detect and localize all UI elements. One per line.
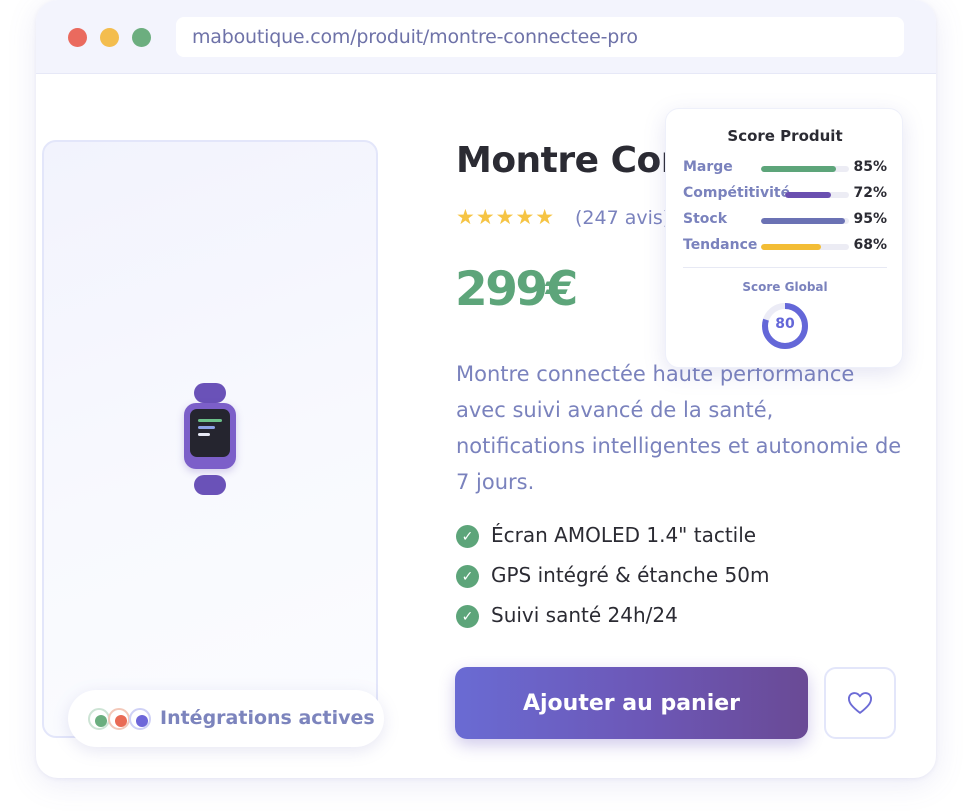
metric-fill <box>761 218 845 224</box>
metric-competitivite: Compétitivité 72% <box>683 184 893 204</box>
metric-fill <box>761 166 836 172</box>
metric-value: 68% <box>853 237 887 253</box>
integrations-badge[interactable]: Intégrations actives <box>68 690 384 747</box>
feature-text: Écran AMOLED 1.4" tactile <box>491 523 757 547</box>
metric-stock: Stock 95% <box>683 210 893 230</box>
watch-screen <box>190 409 230 457</box>
favorite-button[interactable] <box>824 667 896 739</box>
metric-value: 95% <box>853 211 887 227</box>
divider <box>683 267 887 268</box>
metric-label: Marge <box>683 159 733 175</box>
metric-marge: Marge 85% <box>683 158 893 178</box>
minimize-window-button[interactable] <box>100 28 119 47</box>
score-card-title: Score Produit <box>727 127 843 145</box>
metric-fill <box>785 192 832 198</box>
metric-label: Tendance <box>683 237 758 253</box>
metric-value: 72% <box>853 185 887 201</box>
watch-strap-bottom <box>194 475 226 495</box>
product-title: Montre Con <box>456 140 686 181</box>
metric-value: 85% <box>853 159 887 175</box>
metric-bar <box>785 192 849 198</box>
url-text: maboutique.com/produit/montre-connectee-… <box>192 26 638 48</box>
metric-fill <box>761 244 821 250</box>
heart-icon <box>847 692 873 714</box>
metric-bar <box>761 218 849 224</box>
feature-text: GPS intégré & étanche 50m <box>491 563 770 587</box>
metric-bar <box>761 244 849 250</box>
score-card: Score Produit Marge 85% Compétitivité 72… <box>665 108 903 368</box>
integration-orange-icon <box>108 708 130 730</box>
reviews-link[interactable]: (247 avis) <box>575 207 670 229</box>
integrations-label: Intégrations actives <box>160 707 375 729</box>
product-description: Montre connectée haute performance avec … <box>456 362 902 494</box>
watch-body <box>184 403 236 469</box>
rating-stars-icon: ★★★★★ <box>456 205 556 229</box>
global-score-value: 80 <box>775 316 795 332</box>
integration-green-icon <box>88 708 110 730</box>
check-icon: ✓ <box>456 525 479 548</box>
metric-label: Stock <box>683 211 728 227</box>
global-score-label: Score Global <box>742 280 828 294</box>
watch-strap-top <box>194 383 226 403</box>
check-icon: ✓ <box>456 565 479 588</box>
smartwatch-icon <box>183 383 237 495</box>
global-score-gauge: 80 <box>760 301 810 351</box>
feature-text: Suivi santé 24h/24 <box>491 603 678 627</box>
product-price: 299€ <box>455 262 578 317</box>
browser-toolbar: maboutique.com/produit/montre-connectee-… <box>36 0 936 74</box>
maximize-window-button[interactable] <box>132 28 151 47</box>
integration-purple-icon <box>129 708 151 730</box>
metric-bar <box>761 166 849 172</box>
close-window-button[interactable] <box>68 28 87 47</box>
check-icon: ✓ <box>456 605 479 628</box>
metric-label: Compétitivité <box>683 185 791 201</box>
metric-tendance: Tendance 68% <box>683 236 893 256</box>
address-bar[interactable]: maboutique.com/produit/montre-connectee-… <box>176 17 904 57</box>
add-to-cart-button[interactable]: Ajouter au panier <box>455 667 808 739</box>
